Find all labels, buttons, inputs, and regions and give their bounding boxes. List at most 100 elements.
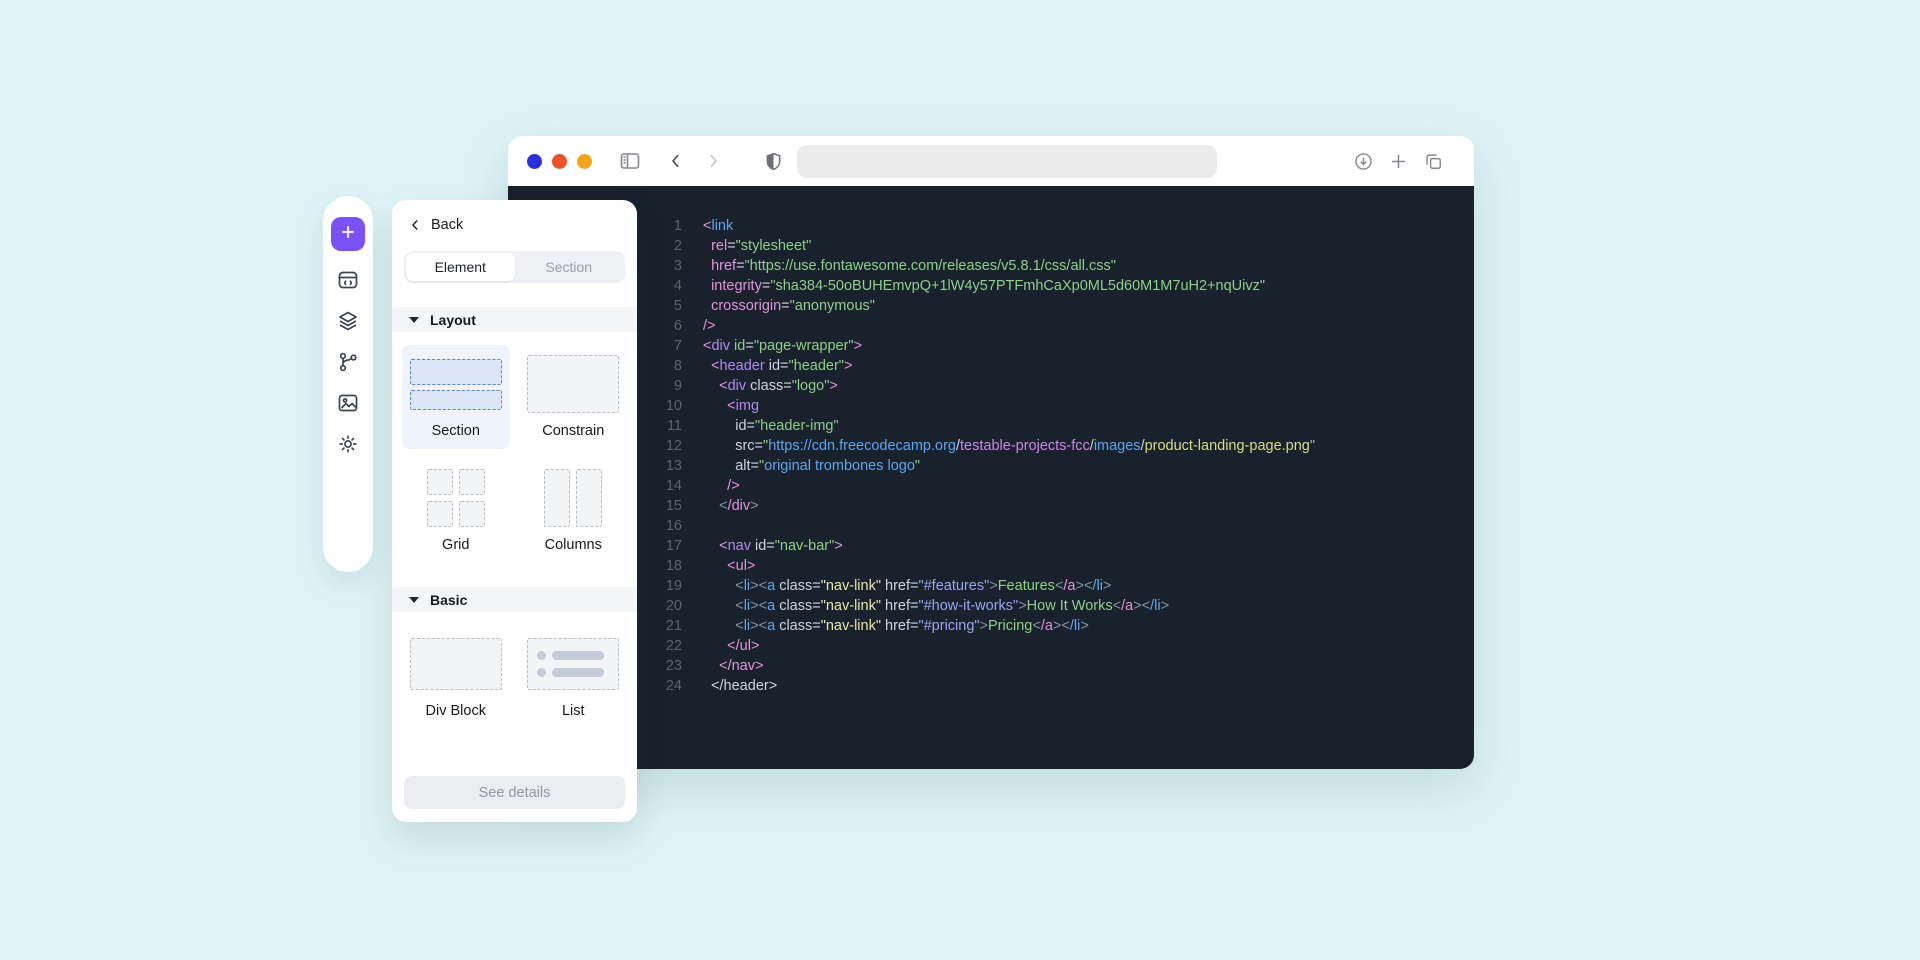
window-control-close[interactable]: [527, 154, 542, 169]
element-card-constrain[interactable]: Constrain: [520, 345, 628, 449]
code-editor[interactable]: 1<link2 rel="stylesheet"3 href="https://…: [508, 186, 1474, 769]
sidebar-toggle-icon[interactable]: [618, 149, 642, 173]
code-line[interactable]: 1<link: [508, 216, 1474, 236]
code-line[interactable]: 19 <li><a class="nav-link" href="#featur…: [508, 576, 1474, 596]
image-icon[interactable]: [336, 391, 360, 415]
element-card-label: Grid: [442, 537, 469, 553]
code-line[interactable]: 2 rel="stylesheet": [508, 236, 1474, 256]
see-details-button[interactable]: See details: [404, 776, 625, 809]
code-text: <div id="page-wrapper">: [703, 336, 862, 356]
back-icon[interactable]: [666, 151, 686, 171]
code-text: alt="original trombones logo": [703, 456, 920, 476]
element-card-columns[interactable]: Columns: [520, 459, 628, 563]
code-text: rel="stylesheet": [703, 236, 811, 256]
element-card-label: Section: [432, 423, 480, 439]
window-control-minimize[interactable]: [552, 154, 567, 169]
code-text: </ul>: [703, 636, 759, 656]
add-element-button[interactable]: [331, 217, 365, 251]
code-line[interactable]: 5 crossorigin="anonymous": [508, 296, 1474, 316]
back-button[interactable]: Back: [392, 200, 637, 244]
window-control-zoom[interactable]: [577, 154, 592, 169]
tabs-overview-icon[interactable]: [1423, 151, 1444, 172]
code-line[interactable]: 9 <div class="logo">: [508, 376, 1474, 396]
element-card-list[interactable]: List: [520, 625, 628, 729]
element-card-label: Constrain: [542, 423, 604, 439]
code-text: <link: [703, 216, 733, 236]
layers-icon[interactable]: [336, 309, 360, 333]
element-cards: Div Block List: [392, 612, 637, 729]
grid-thumbnail: [427, 467, 485, 529]
section-header-basic[interactable]: Basic: [392, 587, 637, 612]
code-window-icon[interactable]: [336, 268, 360, 292]
code-line[interactable]: 13 alt="original trombones logo": [508, 456, 1474, 476]
code-text: <nav id="nav-bar">: [703, 536, 843, 556]
code-line[interactable]: 4 integrity="sha384-50oBUHEmvpQ+1lW4y57P…: [508, 276, 1474, 296]
section-header-layout[interactable]: Layout: [392, 307, 637, 332]
code-line[interactable]: 7<div id="page-wrapper">: [508, 336, 1474, 356]
page-background: { "page": { "background": "#ddf3f5" }, "…: [0, 0, 1920, 960]
shield-icon[interactable]: [763, 151, 784, 172]
code-text: </header>: [703, 676, 777, 696]
code-text: <ul>: [703, 556, 755, 576]
code-line[interactable]: 22 </ul>: [508, 636, 1474, 656]
code-text: id="header-img": [703, 416, 839, 436]
builder-toolbar: [323, 196, 373, 572]
plus-icon: [339, 223, 357, 246]
div-block-thumbnail: [410, 633, 502, 695]
code-text: <li><a class="nav-link" href="#pricing">…: [703, 616, 1089, 636]
download-icon[interactable]: [1353, 151, 1374, 172]
code-line[interactable]: 21 <li><a class="nav-link" href="#pricin…: [508, 616, 1474, 636]
code-line[interactable]: 11 id="header-img": [508, 416, 1474, 436]
branch-icon[interactable]: [336, 350, 360, 374]
code-line[interactable]: 16: [508, 516, 1474, 536]
code-text: />: [703, 476, 740, 496]
collapse-triangle-icon: [409, 597, 419, 603]
code-text: crossorigin="anonymous": [703, 296, 875, 316]
element-card-section[interactable]: Section: [402, 345, 510, 449]
browser-titlebar: [508, 136, 1474, 186]
element-card-label: Div Block: [426, 703, 486, 719]
collapse-triangle-icon: [409, 317, 419, 323]
columns-thumbnail: [544, 467, 602, 529]
code-text: </nav>: [703, 656, 763, 676]
code-line[interactable]: 24 </header>: [508, 676, 1474, 696]
code-line[interactable]: 15 </div>: [508, 496, 1474, 516]
code-text: <li><a class="nav-link" href="#features"…: [703, 576, 1111, 596]
code-line[interactable]: 23 </nav>: [508, 656, 1474, 676]
constrain-thumbnail: [527, 353, 619, 415]
element-cards: Section Constrain Grid Columns: [392, 332, 637, 563]
address-bar[interactable]: [797, 145, 1217, 178]
list-thumbnail: [527, 633, 619, 695]
code-line[interactable]: 20 <li><a class="nav-link" href="#how-it…: [508, 596, 1474, 616]
code-text: />: [703, 316, 716, 336]
code-text: </div>: [703, 496, 759, 516]
code-line[interactable]: 17 <nav id="nav-bar">: [508, 536, 1474, 556]
back-label: Back: [431, 217, 463, 233]
tab-section[interactable]: Section: [515, 253, 624, 281]
code-line[interactable]: 3 href="https://use.fontawesome.com/rele…: [508, 256, 1474, 276]
element-card-grid[interactable]: Grid: [402, 459, 510, 563]
code-text: <li><a class="nav-link" href="#how-it-wo…: [703, 596, 1169, 616]
code-line[interactable]: 18 <ul>: [508, 556, 1474, 576]
code-line[interactable]: 10 <img: [508, 396, 1474, 416]
element-card-label: Columns: [545, 537, 602, 553]
code-line[interactable]: 12 src="https://cdn.freecodecamp.org/tes…: [508, 436, 1474, 456]
section-thumbnail: [410, 353, 502, 415]
code-line[interactable]: 14 />: [508, 476, 1474, 496]
new-tab-icon[interactable]: [1388, 151, 1409, 172]
titlebar-right-icons: [1353, 136, 1444, 186]
element-card-div-block[interactable]: Div Block: [402, 625, 510, 729]
code-text: integrity="sha384-50oBUHEmvpQ+1lW4y57PTF…: [703, 276, 1265, 296]
code-text: src="https://cdn.freecodecamp.org/testab…: [703, 436, 1315, 456]
code-line[interactable]: 8 <header id="header">: [508, 356, 1474, 376]
panel-tabs: Element Section: [404, 251, 625, 283]
section-title: Basic: [430, 592, 467, 608]
browser-window: 1<link2 rel="stylesheet"3 href="https://…: [508, 136, 1474, 769]
element-card-label: List: [562, 703, 585, 719]
code-text: <header id="header">: [703, 356, 852, 376]
forward-icon[interactable]: [703, 151, 723, 171]
gear-icon[interactable]: [336, 432, 360, 456]
section-title: Layout: [430, 312, 476, 328]
code-line[interactable]: 6/>: [508, 316, 1474, 336]
tab-element[interactable]: Element: [406, 253, 515, 281]
